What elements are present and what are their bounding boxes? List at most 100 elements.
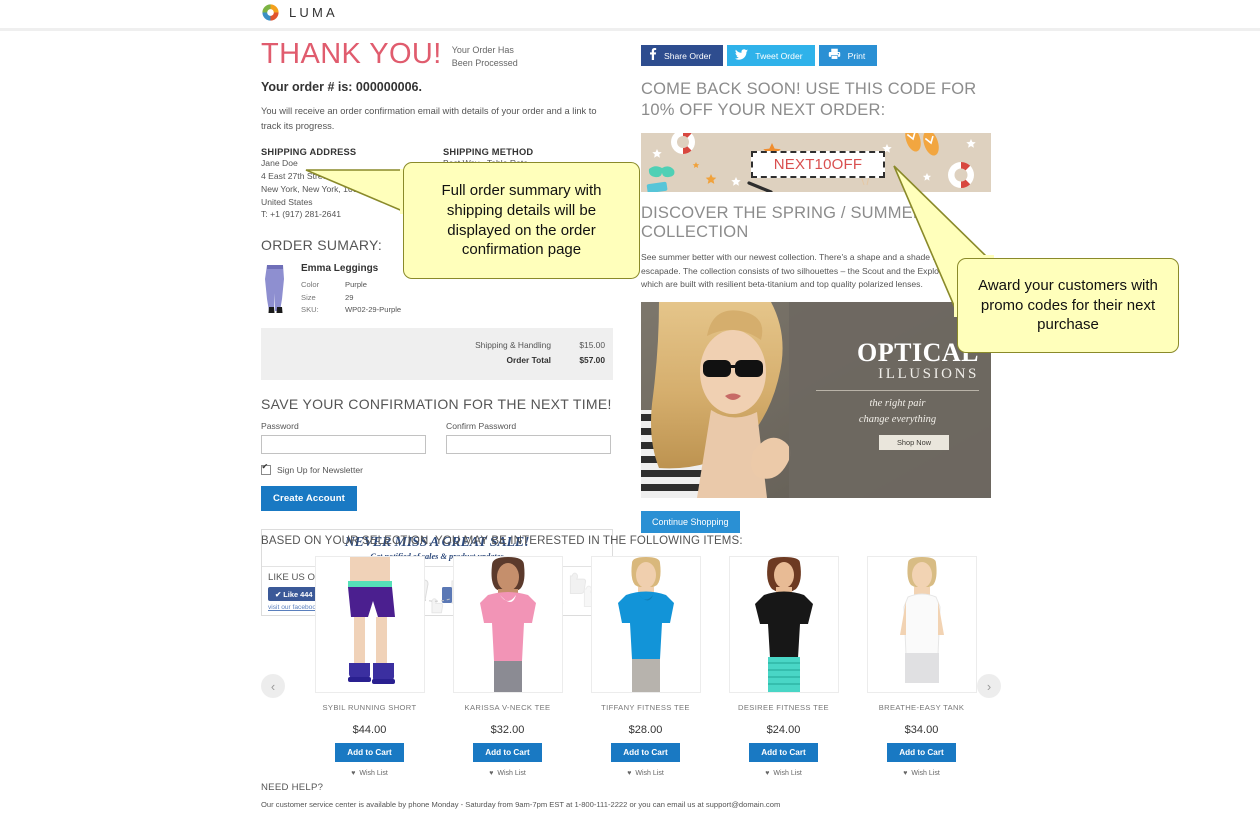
product-name: TIFFANY FITNESS TEE xyxy=(601,703,690,712)
item-attribute: Size 29 xyxy=(301,292,401,304)
luma-ring-logo-icon xyxy=(261,3,280,22)
confirm-password-field-group: Confirm Password xyxy=(446,421,613,455)
order-processed-subtext: Your Order Has Been Processed xyxy=(452,40,518,70)
promo-code-value: NEXT10OFF xyxy=(773,155,863,173)
product-carousel: ‹ SYBIL RUNNING SHORT $44.00 Add to Cart… xyxy=(261,556,1001,777)
black-fitness-tee-photo-icon[interactable] xyxy=(728,556,839,693)
confirm-password-label: Confirm Password xyxy=(446,421,517,432)
hero-tagline: the right pair change everything xyxy=(816,396,979,428)
order-total-label: Order Total xyxy=(506,354,551,365)
product-price: $28.00 xyxy=(628,724,663,736)
wish-list-link[interactable]: ♥ Wish List xyxy=(301,770,438,777)
attr-value: 29 xyxy=(345,292,354,302)
need-help-section: NEED HELP? Our customer service center i… xyxy=(261,782,780,809)
add-to-cart-button[interactable]: Add to Cart xyxy=(611,743,680,762)
attr-key: SKU: xyxy=(301,304,319,314)
newsletter-signup-row[interactable]: Sign Up for Newsletter xyxy=(261,462,613,476)
product-card: KARISSA V-NECK TEE $32.00 Add to Cart ♥ … xyxy=(439,556,576,777)
password-input[interactable] xyxy=(261,435,426,455)
share-order-button[interactable]: Share Order xyxy=(641,45,724,66)
add-to-cart-button[interactable]: Add to Cart xyxy=(749,743,818,762)
promo-heading: COME BACK SOON! USE THIS CODE FOR 10% OF… xyxy=(641,80,977,120)
totals-row-order-total: Order Total $57.00 xyxy=(441,353,605,368)
share-order-label: Share Order xyxy=(664,50,712,61)
pink-vneck-tee-photo-icon[interactable] xyxy=(452,556,563,693)
heart-icon: ♥ xyxy=(903,770,908,777)
save-confirmation-title: SAVE YOUR CONFIRMATION FOR THE NEXT TIME… xyxy=(261,396,612,413)
newsletter-label: Sign Up for Newsletter xyxy=(277,465,363,476)
totals-row-shipping: Shipping & Handling $15.00 xyxy=(441,338,605,353)
order-confirmation-column: THANK YOU! Your Order Has Been Processed… xyxy=(261,40,613,617)
create-account-button[interactable]: Create Account xyxy=(261,486,357,512)
add-to-cart-button[interactable]: Add to Cart xyxy=(887,743,956,762)
callout-order-summary: Full order summary with shipping details… xyxy=(403,162,640,279)
luma-logo[interactable]: LUMA xyxy=(261,3,338,22)
need-help-title: NEED HELP? xyxy=(261,782,324,793)
chevron-right-icon[interactable]: › xyxy=(977,674,1001,698)
newsletter-checkbox[interactable] xyxy=(261,462,271,476)
print-label: Print xyxy=(847,50,866,61)
confirm-password-input[interactable] xyxy=(446,435,611,455)
tweet-order-label: Tweet Order xyxy=(755,50,803,61)
blue-fitness-tee-photo-icon[interactable] xyxy=(590,556,701,693)
hero-tagline-line1: the right pair xyxy=(869,398,926,410)
chevron-left-icon[interactable]: ‹ xyxy=(261,674,285,698)
hero-tagline-line2: change everything xyxy=(858,413,937,425)
white-tank-photo-icon[interactable] xyxy=(866,556,977,693)
thank-you-heading: THANK YOU! xyxy=(261,38,442,70)
purple-leggings-thumb-icon xyxy=(261,263,289,315)
wish-list-link[interactable]: ♥ Wish List xyxy=(715,770,852,777)
shop-now-button[interactable]: Shop Now xyxy=(879,435,949,451)
item-attribute: SKU: WP02-29-Purple xyxy=(301,304,401,316)
header-divider xyxy=(0,28,1260,31)
print-button[interactable]: Print xyxy=(818,45,878,66)
need-help-body: Our customer service center is available… xyxy=(261,800,781,809)
continue-shopping-button[interactable]: Continue Shopping xyxy=(641,511,740,534)
shipping-handling-value: $15.00 xyxy=(579,340,605,351)
product-name: SYBIL RUNNING SHORT xyxy=(322,703,417,712)
product-name: DESIREE FITNESS TEE xyxy=(738,703,829,712)
subtext-line-1: Your Order Has xyxy=(451,45,514,55)
product-price: $32.00 xyxy=(490,724,525,736)
luma-brand-text: LUMA xyxy=(289,5,338,20)
site-header: LUMA xyxy=(0,0,1260,28)
password-field-group: Password xyxy=(261,421,428,455)
order-success-page: LUMA THANK YOU! Your Order Has Been Proc… xyxy=(0,0,1260,820)
order-totals-panel: Shipping & Handling $15.00 Order Total $… xyxy=(261,328,613,381)
wish-list-link[interactable]: ♥ Wish List xyxy=(577,770,714,777)
heart-icon: ♥ xyxy=(765,770,770,777)
product-price: $24.00 xyxy=(766,724,801,736)
order-total-value: $57.00 xyxy=(579,354,605,365)
tweet-order-button[interactable]: Tweet Order xyxy=(727,45,815,66)
hero-subtitle: ILLUSIONS xyxy=(878,366,979,383)
wish-list-link[interactable]: ♥ Wish List xyxy=(439,770,576,777)
social-share-row: Share Order Tweet Order Print xyxy=(641,45,991,66)
wish-list-link[interactable]: ♥ Wish List xyxy=(853,770,990,777)
password-label: Password xyxy=(261,421,299,432)
product-card: SYBIL RUNNING SHORT $44.00 Add to Cart ♥… xyxy=(301,556,438,777)
attr-value: WP02-29-Purple xyxy=(345,304,402,314)
password-fields: Password Confirm Password xyxy=(261,421,613,455)
heart-icon: ♥ xyxy=(351,770,356,777)
purple-running-shorts-photo-icon[interactable] xyxy=(314,556,425,693)
add-to-cart-button[interactable]: Add to Cart xyxy=(473,743,542,762)
heart-icon: ♥ xyxy=(627,770,632,777)
wish-list-label: Wish List xyxy=(773,770,802,777)
wish-list-label: Wish List xyxy=(359,770,388,777)
order-number: Your order # is: 000000006. xyxy=(261,80,422,95)
product-name: BREATHE-EASY TANK xyxy=(878,703,965,712)
woman-sunglasses-photo-icon[interactable]: OPTICAL ILLUSIONS the right pair change … xyxy=(641,302,991,499)
product-card: BREATHE-EASY TANK $34.00 Add to Cart ♥ W… xyxy=(853,556,990,777)
shipping-handling-label: Shipping & Handling xyxy=(475,340,551,351)
facebook-icon xyxy=(649,48,657,63)
hero-divider xyxy=(816,390,979,392)
callout-promo-codes: Award your customers with promo codes fo… xyxy=(957,258,1179,353)
order-email-note: You will receive an order confirmation e… xyxy=(261,106,597,131)
recommended-products-section: BASED ON YOUR SELECTION, YOU MAY BE INTE… xyxy=(261,535,1001,777)
product-price: $44.00 xyxy=(352,724,387,736)
thank-you-row: THANK YOU! Your Order Has Been Processed xyxy=(261,40,613,70)
product-price: $34.00 xyxy=(904,724,939,736)
printer-icon xyxy=(828,48,841,63)
product-card: DESIREE FITNESS TEE $24.00 Add to Cart ♥… xyxy=(715,556,852,777)
add-to-cart-button[interactable]: Add to Cart xyxy=(335,743,404,762)
